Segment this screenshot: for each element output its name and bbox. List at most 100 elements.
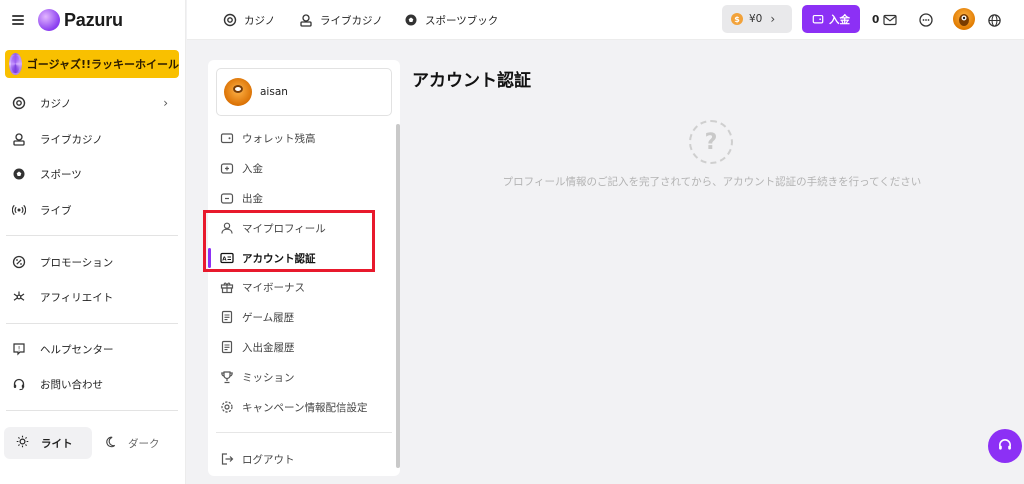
menu-item-label: 入金 [242,162,263,175]
sidebar-item-label: ライブ [40,204,72,217]
banner-text: ゴージャズ!!ラッキーホイール [26,58,179,71]
sidebar-item-label: アフィリエイト [40,291,114,304]
avatar[interactable] [953,8,975,30]
soccer-ball-icon [12,167,26,181]
globe-icon[interactable] [985,11,1003,29]
menu-item-label: 出金 [242,192,263,205]
promotion-icon [12,255,26,269]
wallet-icon [220,131,234,145]
wheel-icon [9,53,22,75]
theme-light-button[interactable]: ライト [4,427,92,459]
top-nav-label: ライブカジノ [320,14,383,27]
user-card[interactable]: aisan [216,68,392,116]
menu-item-withdraw[interactable]: 出金 [208,187,394,209]
sidebar-item-affiliate[interactable]: アフィリエイト [0,285,186,309]
logo-icon[interactable] [38,9,60,31]
top-nav-sportsbook[interactable]: スポーツブック [404,0,498,40]
network-icon [12,290,26,304]
menu-item-label: 入出金履歴 [242,341,295,354]
theme-light-label: ライト [41,437,73,450]
coin-icon: $ [731,13,743,25]
menu-item-campaign-settings[interactable]: キャンペーン情報配信設定 [208,396,394,418]
avatar [224,78,252,106]
brand-logo[interactable]: Pazuru [64,10,123,31]
chevron-right-icon[interactable]: › [163,96,168,110]
menu-item-deposit[interactable]: 入金 [208,157,394,179]
account-menu-panel: aisan ウォレット残高 入金 出金 マイプロフィール A アカウント認証 マ… [203,60,400,476]
deposit-icon [220,161,234,175]
broadcast-icon [12,203,26,217]
sidebar-item-live[interactable]: ライブ [0,198,186,222]
sidebar-item-label: プロモーション [40,256,114,269]
soccer-ball-icon [404,13,418,27]
menu-item-label: マイボーナス [242,281,305,294]
panel-divider [216,432,392,433]
document-icon [220,310,234,324]
chat-icon[interactable] [917,11,935,29]
theme-dark-label: ダーク [128,437,160,450]
sidebar-item-sports[interactable]: スポーツ [0,162,186,186]
sidebar-item-label: お問い合わせ [40,378,103,391]
sidebar-item-label: ヘルプセンター [40,343,114,356]
wallet-balance-button[interactable]: $ ¥0 › [722,5,792,33]
sidebar-item-label: スポーツ [40,168,82,181]
help-icon: ! [12,342,26,356]
menu-item-label: ゲーム履歴 [242,311,295,324]
question-icon: ? [689,120,733,164]
sidebar-item-live-casino[interactable]: ライブカジノ [0,127,186,151]
withdraw-icon [220,191,234,205]
menu-item-label: ミッション [242,371,295,384]
sidebar-item-casino[interactable]: カジノ › [0,91,186,115]
menu-item-game-history[interactable]: ゲーム履歴 [208,306,394,328]
gift-icon [220,280,234,294]
top-nav-label: カジノ [244,14,276,27]
sidebar-divider [6,323,178,324]
top-nav-live-casino[interactable]: ライブカジノ [299,0,383,40]
menu-item-transaction-history[interactable]: 入出金履歴 [208,336,394,358]
menu-item-missions[interactable]: ミッション [208,366,394,388]
wallet-icon [812,13,824,25]
sidebar-item-contact[interactable]: お問い合わせ [0,372,186,396]
dealer-icon [299,13,313,27]
deposit-button[interactable]: 入金 [802,5,860,33]
top-bar: カジノ ライブカジノ スポーツブック $ ¥0 › 入金 0 [187,0,1024,40]
messages-button[interactable]: 0 [872,0,897,40]
balance-value: ¥0 [749,13,763,25]
sidebar-item-label: カジノ [40,97,72,110]
sidebar-item-label: ライブカジノ [40,133,103,146]
support-chat-button[interactable] [988,429,1022,463]
sidebar-item-promotion[interactable]: プロモーション [0,250,186,274]
logout-label: ログアウト [242,453,295,466]
document-icon [220,340,234,354]
casino-chip-icon [223,13,237,27]
page-title: アカウント認証 [412,71,531,91]
lucky-wheel-banner[interactable]: ゴージャズ!!ラッキーホイール [5,50,179,78]
logout-icon [220,452,234,466]
dealer-icon [12,132,26,146]
top-nav-casino[interactable]: カジノ [223,0,275,40]
mail-icon [883,14,897,26]
menu-item-label: キャンペーン情報配信設定 [242,401,368,414]
top-nav-label: スポーツブック [425,14,499,27]
menu-item-my-bonus[interactable]: マイボーナス [208,276,394,298]
sidebar: Pazuru ゴージャズ!!ラッキーホイール カジノ › ライブカジノ スポーツ… [0,0,186,484]
headset-icon [12,377,26,391]
theme-dark-button[interactable]: ダーク [104,427,160,459]
menu-icon[interactable] [12,15,24,25]
sun-icon [16,435,29,451]
logout-button[interactable]: ログアウト [208,448,394,470]
moon-icon [104,436,116,451]
sidebar-item-help[interactable]: ! ヘルプセンター [0,337,186,361]
gear-icon [220,400,234,414]
menu-item-label: ウォレット残高 [242,132,316,145]
sidebar-divider [6,410,178,411]
deposit-label: 入金 [829,13,850,26]
chevron-right-icon: › [770,12,776,26]
username: aisan [260,86,288,98]
menu-item-wallet[interactable]: ウォレット残高 [208,127,394,149]
sidebar-divider [6,235,178,236]
headset-icon [997,437,1013,456]
message-count: 0 [872,14,880,26]
casino-chip-icon [12,96,26,110]
panel-scrollbar[interactable] [396,124,400,468]
